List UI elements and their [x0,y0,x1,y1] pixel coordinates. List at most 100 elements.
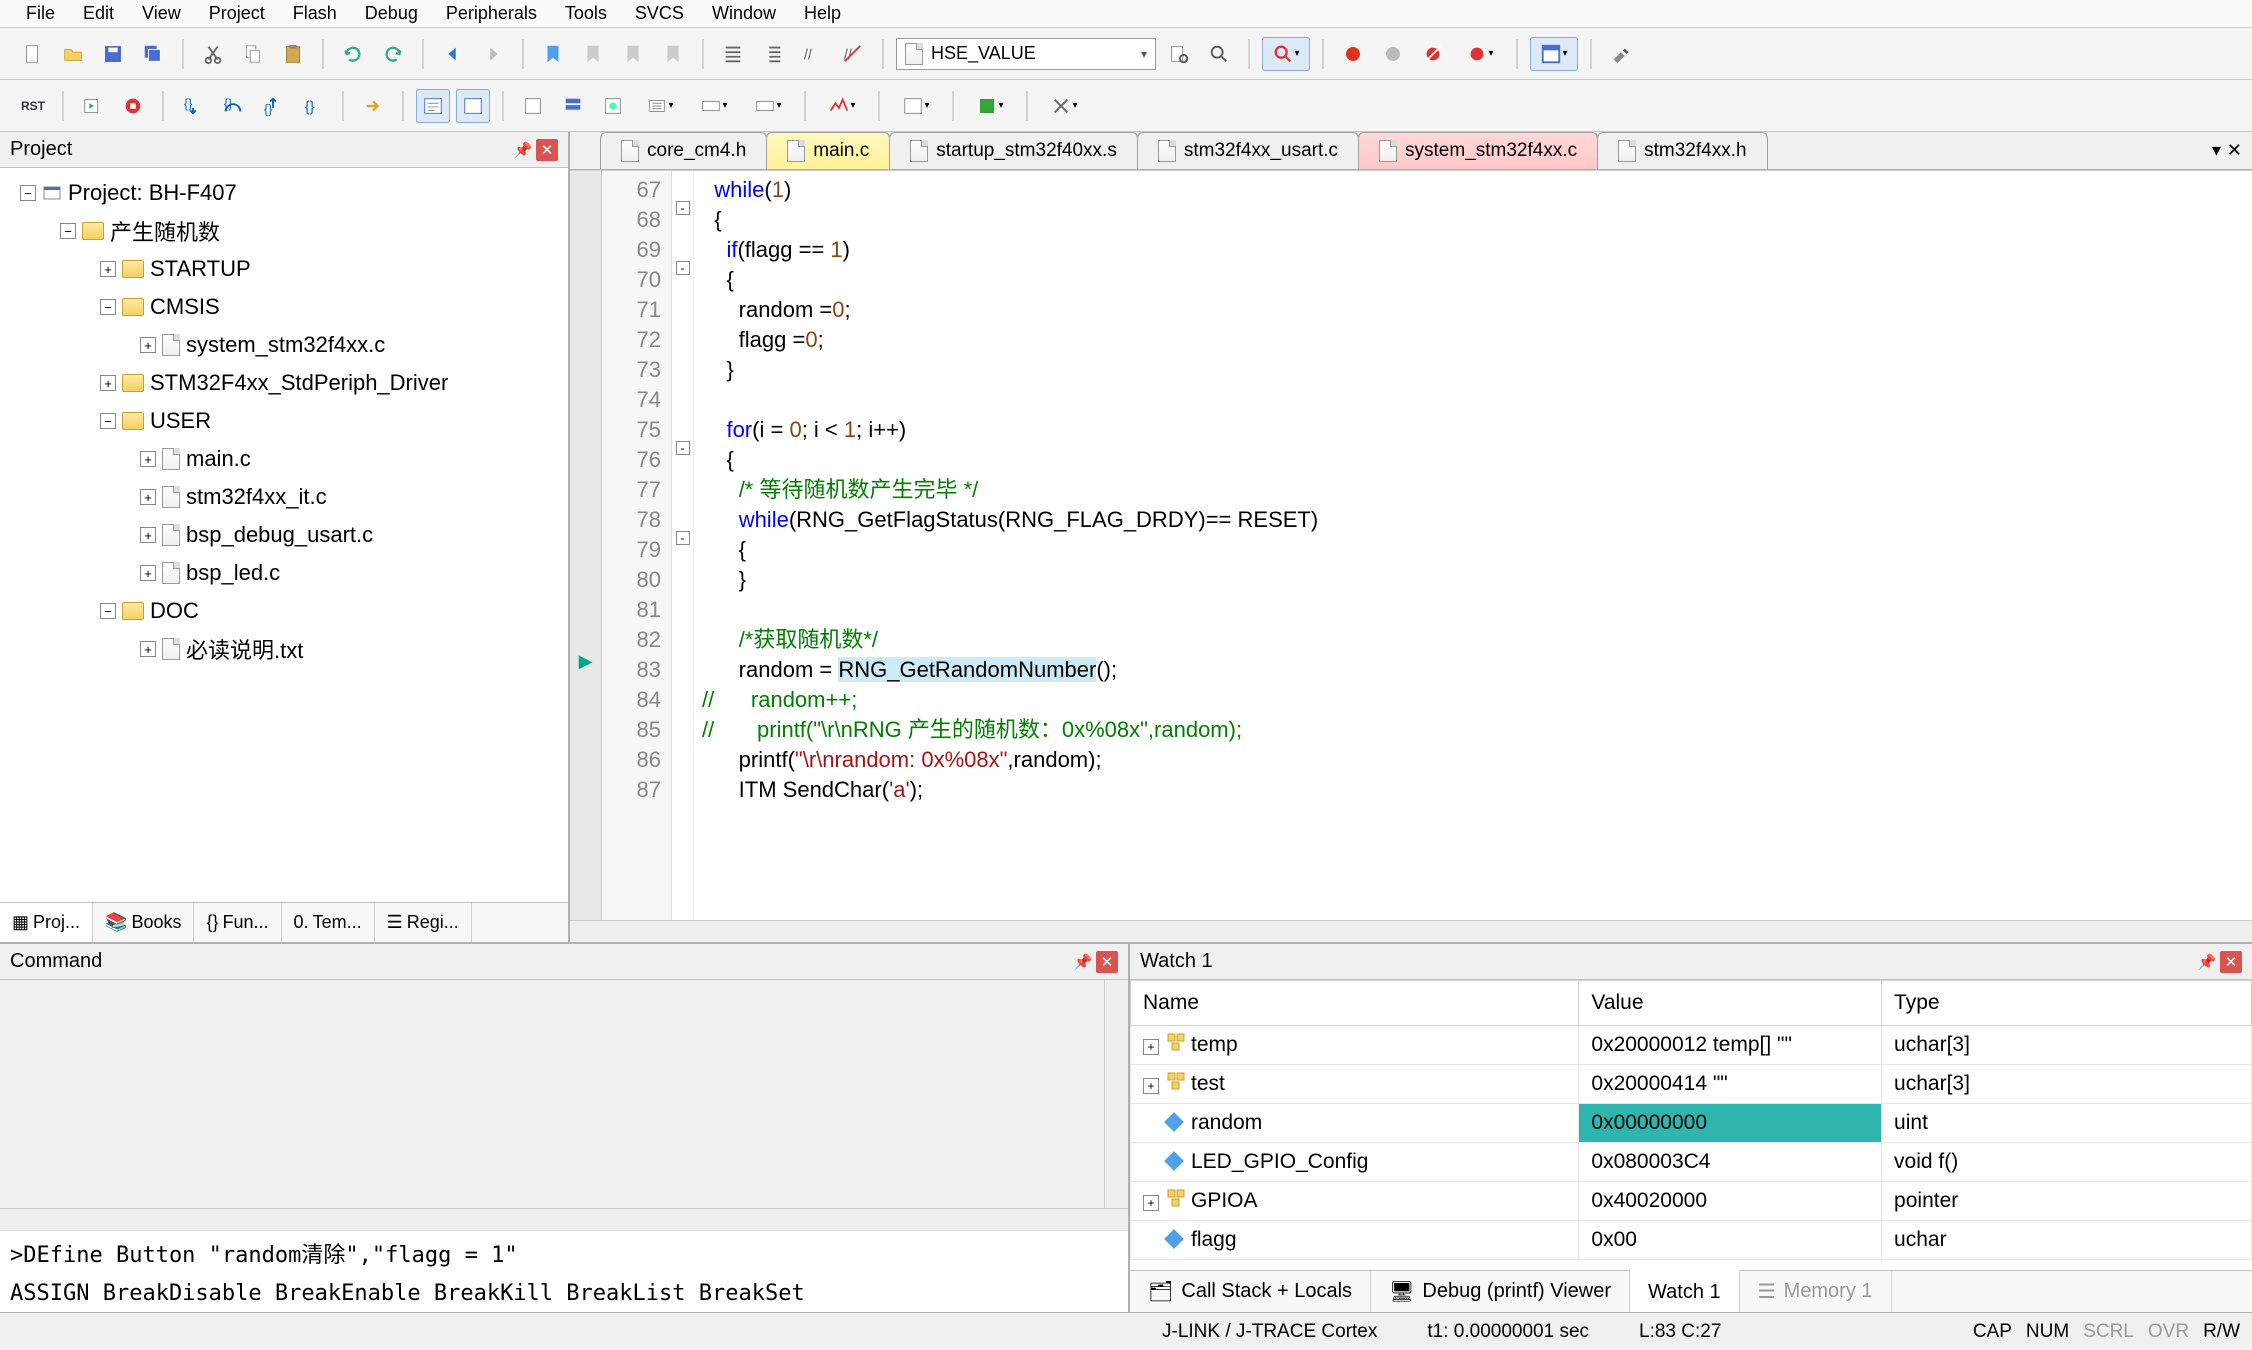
tree-expander[interactable]: + [140,337,156,353]
editor-body[interactable]: ▶ 67686970717273747576777879808182838485… [570,170,2252,920]
step-into-icon[interactable]: {} [176,89,210,123]
editor-tab[interactable]: stm32f4xx.h [1597,132,1767,169]
redo-icon[interactable] [376,37,410,71]
code-area[interactable]: while(1) { if(flagg == 1) { random =0; f… [694,171,2252,920]
bookmark-toggle-icon[interactable] [536,37,570,71]
menu-debug[interactable]: Debug [351,1,432,26]
watch-row[interactable]: +temp0x20000012 temp[] ""uchar[3] [1131,1026,2252,1065]
incremental-search-icon[interactable] [1202,37,1236,71]
menu-window[interactable]: Window [698,1,790,26]
menu-project[interactable]: Project [195,1,279,26]
tab-watch1[interactable]: Watch 1 [1630,1270,1740,1312]
find-in-files-icon[interactable] [1162,37,1196,71]
project-tab-project[interactable]: ▦Proj... [0,903,93,942]
debug-session-icon[interactable]: ▾ [1262,37,1310,71]
editor-scrollbar-h[interactable] [570,920,2252,942]
cut-icon[interactable] [196,37,230,71]
tree-file[interactable]: +bsp_led.c [0,554,568,592]
undo-icon[interactable] [336,37,370,71]
symbols-icon[interactable] [456,89,490,123]
editor-tab[interactable]: system_stm32f4xx.c [1358,132,1598,169]
open-folder-icon[interactable] [56,37,90,71]
run-to-cursor-icon[interactable]: {} [296,89,330,123]
pin-icon[interactable]: 📌 [1072,951,1094,973]
tree-expander[interactable]: + [1143,1078,1159,1094]
tab-debug-viewer[interactable]: 🖥Debug (printf) Viewer [1371,1271,1630,1312]
tree-expander[interactable]: + [140,527,156,543]
editor-tab[interactable]: core_cm4.h [600,132,767,169]
tree-file[interactable]: +main.c [0,440,568,478]
bookmark-next-icon[interactable] [616,37,650,71]
tree-group[interactable]: +STM32F4xx_StdPeriph_Driver [0,364,568,402]
project-tab-registers[interactable]: ☰Regi... [375,903,472,942]
menu-tools[interactable]: Tools [551,1,621,26]
sysview-icon[interactable]: ▾ [892,89,940,123]
command-input[interactable]: >DEfine Button "random清除","flagg = 1" [0,1230,1128,1275]
watch-value[interactable]: 0x20000414 "" [1579,1065,1882,1104]
watch-value[interactable]: 0x00000000 [1579,1104,1882,1143]
step-over-icon[interactable]: {} [216,89,250,123]
menu-help[interactable]: Help [790,1,855,26]
tree-file[interactable]: +system_stm32f4xx.c [0,326,568,364]
tree-group[interactable]: −DOC [0,592,568,630]
tree-expander[interactable]: − [100,603,116,619]
breakpoint-gutter[interactable]: ▶ [570,171,602,920]
tree-expander[interactable]: − [20,185,36,201]
comment-icon[interactable]: // [796,37,830,71]
breakpoint-kill-icon[interactable]: ▾ [1456,37,1504,71]
stop-icon[interactable] [116,89,150,123]
run-line-icon[interactable] [356,89,390,123]
menu-edit[interactable]: Edit [69,1,128,26]
new-doc-icon[interactable] [16,37,50,71]
command-scrollbar-h[interactable] [0,1208,1128,1230]
menu-svcs[interactable]: SVCS [621,1,698,26]
tree-file[interactable]: +必读说明.txt [0,630,568,668]
trace-icon[interactable]: ▾ [818,89,866,123]
tree-group[interactable]: +STARTUP [0,250,568,288]
breakpoint-disable-icon[interactable] [1416,37,1450,71]
tab-callstack[interactable]: 🗂Call Stack + Locals [1130,1271,1371,1312]
tree-expander[interactable]: − [100,299,116,315]
coverage-icon[interactable]: ▾ [966,89,1014,123]
watch-table[interactable]: Name Value Type +temp0x20000012 temp[] "… [1130,980,2252,1270]
watch-col-name[interactable]: Name [1131,981,1579,1026]
disassembly-icon[interactable] [416,89,450,123]
record-icon[interactable] [1336,37,1370,71]
project-tab-functions[interactable]: {}Fun... [194,903,281,942]
analyzer-icon[interactable]: ▾ [744,89,792,123]
watch-value[interactable]: 0x080003C4 [1579,1143,1882,1182]
watch-icon[interactable] [596,89,630,123]
tree-expander[interactable]: + [140,565,156,581]
tree-expander[interactable]: − [100,413,116,429]
save-all-icon[interactable] [136,37,170,71]
record-gray-icon[interactable] [1376,37,1410,71]
editor-tab[interactable]: stm32f4xx_usart.c [1137,132,1359,169]
fold-gutter[interactable]: ---- [672,171,694,920]
tree-expander[interactable]: + [140,641,156,657]
command-output[interactable] [0,980,1104,1208]
watch-col-type[interactable]: Type [1882,981,2252,1026]
registers-icon[interactable] [516,89,550,123]
menu-file[interactable]: File [12,1,69,26]
tree-group[interactable]: −USER [0,402,568,440]
project-tab-books[interactable]: 📚Books [93,903,194,942]
watch-row[interactable]: flagg0x00uchar [1131,1221,2252,1260]
uncomment-icon[interactable]: // [836,37,870,71]
serial-icon[interactable]: ▾ [690,89,738,123]
menu-flash[interactable]: Flash [279,1,351,26]
tree-expander[interactable]: + [1143,1039,1159,1055]
watch-row[interactable]: LED_GPIO_Config0x080003C4void f() [1131,1143,2252,1182]
search-combo[interactable]: HSE_VALUE ▾ [896,38,1156,70]
copy-icon[interactable] [236,37,270,71]
callstack-icon[interactable] [556,89,590,123]
paste-icon[interactable] [276,37,310,71]
close-icon[interactable]: ✕ [536,139,558,161]
pin-icon[interactable]: 📌 [2196,951,2218,973]
window-layout-icon[interactable]: ▾ [1530,37,1578,71]
watch-value[interactable]: 0x40020000 [1579,1182,1882,1221]
close-icon[interactable]: ✕ [2220,951,2242,973]
watch-value[interactable]: 0x20000012 temp[] "" [1579,1026,1882,1065]
pin-icon[interactable]: 📌 [512,139,534,161]
watch-value[interactable]: 0x00 [1579,1221,1882,1260]
save-icon[interactable] [96,37,130,71]
